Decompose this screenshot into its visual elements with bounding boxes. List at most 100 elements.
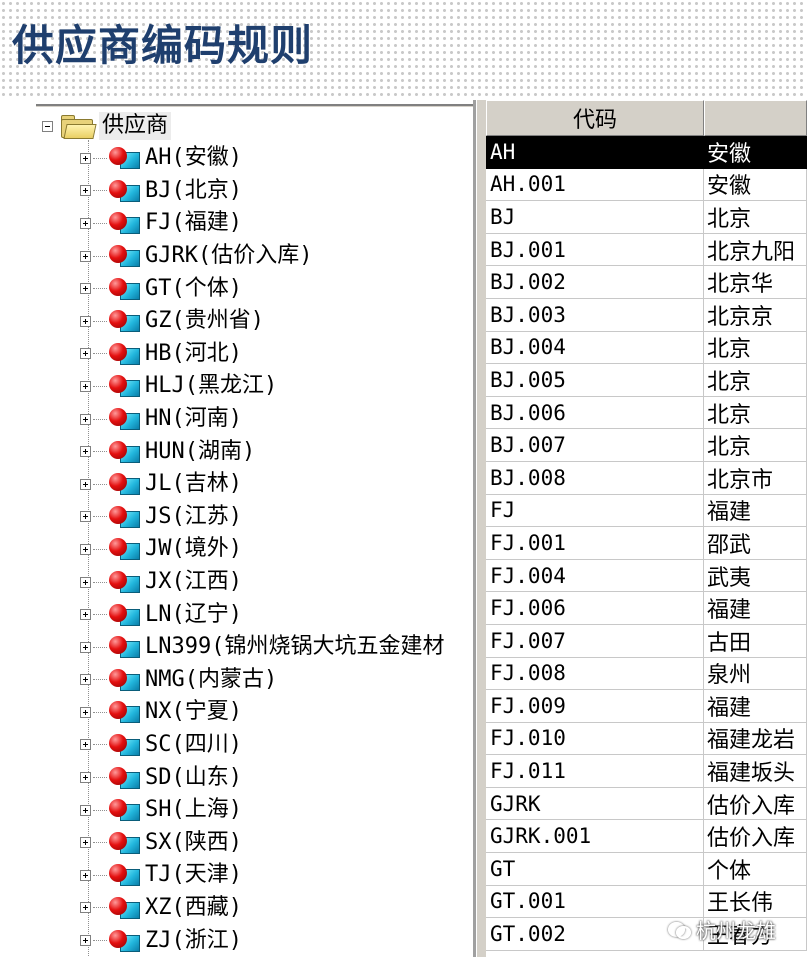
name-cell[interactable]: 安徽 (704, 168, 807, 202)
table-row[interactable]: BJ.004 北京 (486, 331, 807, 365)
name-cell[interactable]: 北京市 (704, 461, 807, 495)
expand-toggle-icon[interactable] (80, 869, 91, 881)
name-cell[interactable]: 古田 (704, 624, 807, 658)
code-cell[interactable]: BJ.008 (486, 461, 704, 495)
expand-toggle-icon[interactable] (80, 772, 91, 784)
code-cell[interactable]: FJ.004 (486, 559, 704, 593)
table-row[interactable]: FJ.006 福建 (486, 592, 807, 625)
tree-node[interactable]: JS(江苏) (80, 501, 476, 534)
table-row[interactable]: FJ.010 福建龙岩 (486, 722, 807, 756)
expand-toggle-icon[interactable] (80, 152, 91, 164)
table-row[interactable]: FJ.004 武夷 (486, 559, 807, 593)
code-cell[interactable]: FJ (486, 494, 704, 528)
name-cell[interactable]: 安徽 (704, 136, 807, 169)
table-row[interactable]: AH.001 安徽 (486, 168, 807, 202)
tree-node[interactable]: BJ(北京) (80, 175, 476, 208)
name-cell[interactable]: 北京京 (704, 298, 807, 332)
tree-node[interactable]: SH(上海) (80, 794, 476, 827)
tree-node[interactable]: HUN(湖南) (80, 435, 476, 468)
expand-toggle-icon[interactable] (80, 283, 91, 295)
table-row[interactable]: FJ.007 古田 (486, 624, 807, 658)
name-cell[interactable]: 北京 (704, 429, 807, 462)
table-row[interactable]: FJ.011 福建坂头 (486, 755, 807, 788)
expand-toggle-icon[interactable] (80, 478, 91, 490)
expand-toggle-icon[interactable] (80, 576, 91, 588)
expand-toggle-icon[interactable] (80, 935, 91, 947)
tree-node[interactable]: GT(个体) (80, 272, 476, 305)
code-cell[interactable]: FJ.006 (486, 592, 704, 625)
table-row[interactable]: GJRK.001 估价入库 (486, 820, 807, 854)
column-header-name[interactable] (704, 100, 807, 136)
tree-node[interactable]: HN(河南) (80, 403, 476, 436)
code-cell[interactable]: FJ.009 (486, 690, 704, 723)
code-cell[interactable]: BJ (486, 201, 704, 234)
tree-node[interactable]: AH(安徽) (80, 142, 476, 175)
code-cell[interactable]: GJRK (486, 787, 704, 821)
tree-node[interactable]: SD(山东) (80, 761, 476, 794)
tree-node[interactable]: HB(河北) (80, 338, 476, 371)
code-cell[interactable]: AH.001 (486, 168, 704, 202)
expand-toggle-icon[interactable] (80, 217, 91, 229)
tree-node[interactable]: XZ(西藏) (80, 892, 476, 925)
name-cell[interactable]: 北京 (704, 364, 807, 397)
table-row[interactable]: FJ 福建 (486, 494, 807, 528)
name-cell[interactable]: 福建 (704, 592, 807, 625)
tree-root-node[interactable]: 供应商 (42, 112, 172, 140)
table-row[interactable]: BJ.002 北京华 (486, 266, 807, 299)
expand-toggle-icon[interactable] (80, 739, 91, 751)
pane-splitter[interactable] (476, 100, 486, 957)
expand-toggle-icon[interactable] (80, 185, 91, 197)
name-cell[interactable]: 邵武 (704, 527, 807, 560)
code-cell[interactable]: BJ.004 (486, 331, 704, 365)
tree-node[interactable]: LN(辽宁) (80, 598, 476, 631)
tree-node[interactable]: GJRK(估价入库) (80, 240, 476, 273)
expand-toggle-icon[interactable] (80, 837, 91, 849)
tree-node[interactable]: NX(宁夏) (80, 696, 476, 729)
code-cell[interactable]: BJ.001 (486, 233, 704, 267)
name-cell[interactable]: 北京 (704, 201, 807, 234)
expand-toggle-icon[interactable] (80, 804, 91, 816)
name-cell[interactable]: 泉州 (704, 657, 807, 691)
expand-toggle-icon[interactable] (80, 250, 91, 262)
expand-toggle-icon[interactable] (80, 380, 91, 392)
expand-toggle-icon[interactable] (80, 413, 91, 425)
table-row[interactable]: BJ.006 北京 (486, 396, 807, 430)
tree-node[interactable]: JL(吉林) (80, 468, 476, 501)
tree-node[interactable]: GZ(贵州省) (80, 305, 476, 338)
tree-node[interactable]: SX(陕西) (80, 826, 476, 859)
table-row[interactable]: FJ.008 泉州 (486, 657, 807, 691)
expand-toggle-icon[interactable] (80, 902, 91, 914)
code-cell[interactable]: FJ.001 (486, 527, 704, 560)
expand-toggle-icon[interactable] (80, 543, 91, 555)
column-header-code[interactable]: 代码 (486, 100, 704, 136)
tree-node[interactable]: HLJ(黑龙江) (80, 370, 476, 403)
name-cell[interactable]: 估价入库 (704, 787, 807, 821)
expand-toggle-icon[interactable] (80, 446, 91, 458)
expand-toggle-icon[interactable] (80, 348, 91, 360)
collapse-toggle-icon[interactable] (42, 120, 53, 132)
tree-node[interactable]: SC(四川) (80, 729, 476, 762)
expand-toggle-icon[interactable] (80, 315, 91, 327)
table-row[interactable]: FJ.001 邵武 (486, 527, 807, 560)
name-cell[interactable]: 北京 (704, 331, 807, 365)
tree-node[interactable]: TJ(天津) (80, 859, 476, 892)
name-cell[interactable]: 福建 (704, 494, 807, 528)
code-cell[interactable]: BJ.005 (486, 364, 704, 397)
table-row[interactable]: BJ.005 北京 (486, 364, 807, 397)
table-row[interactable]: AH 安徽 (486, 136, 807, 169)
tree-node[interactable]: JW(境外) (80, 533, 476, 566)
code-cell[interactable]: BJ.003 (486, 298, 704, 332)
name-cell[interactable]: 北京华 (704, 266, 807, 299)
name-cell[interactable]: 福建 (704, 690, 807, 723)
table-row[interactable]: BJ.007 北京 (486, 429, 807, 462)
table-row[interactable]: BJ.008 北京市 (486, 461, 807, 495)
name-cell[interactable]: 估价入库 (704, 820, 807, 854)
code-cell[interactable]: FJ.010 (486, 722, 704, 756)
expand-toggle-icon[interactable] (80, 511, 91, 523)
name-cell[interactable]: 个体 (704, 853, 807, 886)
table-row[interactable]: GT 个体 (486, 853, 807, 886)
name-cell[interactable]: 北京 (704, 396, 807, 430)
expand-toggle-icon[interactable] (80, 706, 91, 718)
code-cell[interactable]: GJRK.001 (486, 820, 704, 854)
tree-node[interactable]: ZJ(浙江) (80, 924, 476, 957)
